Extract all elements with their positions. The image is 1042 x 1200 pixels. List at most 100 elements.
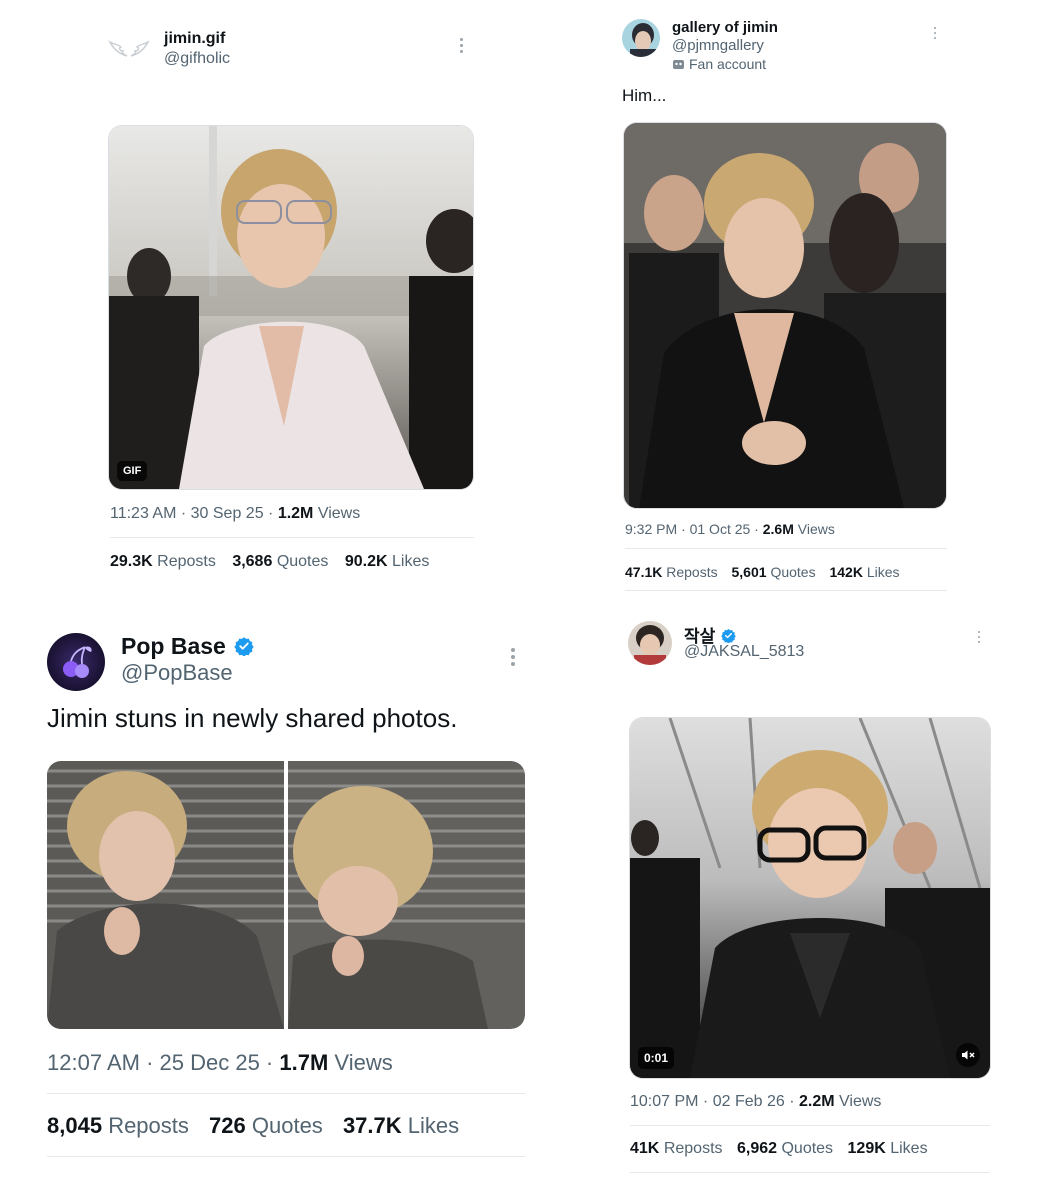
avatar-image: [628, 621, 672, 665]
author-handle[interactable]: @JAKSAL_5813: [684, 643, 804, 661]
photo-left[interactable]: [47, 761, 284, 1029]
tweet-media-photo[interactable]: [623, 122, 947, 509]
verified-badge-icon: [234, 637, 254, 656]
divider: [110, 537, 474, 538]
likes-count: 90.2K: [344, 553, 388, 570]
photo-black-suit: [624, 123, 946, 508]
likes-count: 129K: [847, 1140, 886, 1157]
avatar-image: [622, 19, 660, 57]
tweet-text: Him...: [622, 86, 667, 105]
divider: [630, 1125, 990, 1126]
quotes-count: 726: [209, 1113, 246, 1138]
avatar-pjmngallery[interactable]: [622, 19, 660, 57]
quotes-count: 6,962: [736, 1140, 778, 1157]
tweet-time[interactable]: 10:07 PM: [630, 1093, 698, 1110]
reposts-count: 41K: [630, 1140, 660, 1157]
video-timestamp: 0:01: [638, 1047, 675, 1069]
reposts-label: Reposts: [157, 553, 216, 570]
tweet-meta: 10:07 PM · 02 Feb 26 · 2.2M Views: [630, 1093, 882, 1110]
author-handle[interactable]: @gifholic: [164, 50, 230, 68]
views-label: Views: [797, 521, 835, 537]
reposts-stat[interactable]: 47.1K Reposts: [625, 564, 718, 580]
video-frame-airport: [630, 718, 990, 1078]
fan-account-icon: [673, 60, 684, 69]
likes-stat[interactable]: 129K Likes: [848, 1140, 928, 1157]
views-label: Views: [334, 1050, 393, 1075]
verified-badge-icon: [721, 628, 736, 643]
quotes-label: Quotes: [770, 564, 816, 580]
likes-stat[interactable]: 90.2K Likes: [345, 553, 430, 570]
quotes-stat[interactable]: 6,962 Quotes: [737, 1140, 833, 1157]
likes-label: Likes: [866, 564, 900, 580]
photo-sweater-2: [288, 761, 525, 1029]
reposts-stat[interactable]: 41K Reposts: [630, 1140, 723, 1157]
more-options-icon[interactable]: [460, 38, 463, 56]
angel-wings-icon: [108, 40, 150, 57]
tweet-stats: 29.3K Reposts 3,686 Quotes 90.2K Likes: [110, 553, 429, 571]
tweet-date[interactable]: 01 Oct 25: [690, 521, 751, 537]
more-options-icon[interactable]: [511, 648, 515, 669]
reposts-label: Reposts: [108, 1113, 189, 1138]
author-name[interactable]: jimin.gif: [164, 30, 225, 48]
quotes-label: Quotes: [781, 1140, 834, 1157]
tweet-date[interactable]: 25 Dec 25: [160, 1050, 260, 1075]
mute-icon[interactable]: [956, 1043, 980, 1067]
photo-right[interactable]: [288, 761, 525, 1029]
quotes-label: Quotes: [276, 553, 329, 570]
more-options-icon[interactable]: [934, 27, 936, 42]
divider: [630, 1172, 990, 1173]
author-handle[interactable]: @pjmngallery: [672, 37, 764, 54]
divider: [47, 1156, 525, 1157]
avatar-jaksal[interactable]: [628, 621, 672, 665]
author-handle[interactable]: @PopBase: [121, 660, 233, 686]
avatar-popbase[interactable]: [47, 633, 105, 691]
likes-count: 37.7K: [342, 1113, 402, 1138]
quotes-stat[interactable]: 3,686 Quotes: [232, 553, 328, 570]
fan-account-text: Fan account: [689, 56, 767, 72]
reposts-label: Reposts: [666, 564, 718, 580]
likes-label: Likes: [890, 1140, 928, 1157]
likes-stat[interactable]: 142K Likes: [829, 564, 899, 580]
quotes-count: 3,686: [232, 553, 273, 570]
reposts-stat[interactable]: 29.3K Reposts: [110, 553, 216, 570]
popbase-logo: [47, 633, 105, 691]
photo-sweater-1: [47, 761, 284, 1029]
divider: [47, 1093, 525, 1094]
likes-count: 142K: [829, 564, 863, 580]
tweet-date[interactable]: 30 Sep 25: [191, 505, 264, 522]
quotes-stat[interactable]: 726 Quotes: [209, 1113, 323, 1138]
reposts-count: 8,045: [47, 1113, 103, 1138]
tweet-media-photos: [47, 761, 525, 1029]
tweet-stats: 8,045 Reposts 726 Quotes 37.7K Likes: [47, 1113, 459, 1139]
likes-stat[interactable]: 37.7K Likes: [343, 1113, 459, 1138]
gif-badge: GIF: [117, 461, 148, 481]
quotes-stat[interactable]: 5,601 Quotes: [732, 564, 816, 580]
tweet-time[interactable]: 12:07 AM: [47, 1050, 140, 1075]
speaker-muted-glyph: [962, 1050, 975, 1060]
quotes-count: 5,601: [731, 564, 767, 580]
likes-label: Likes: [407, 1113, 460, 1138]
author-name[interactable]: Pop Base: [121, 633, 254, 660]
views-count: 2.2M: [798, 1093, 835, 1110]
divider: [625, 590, 947, 591]
tweet-media-gif[interactable]: GIF: [108, 125, 474, 490]
tweet-time[interactable]: 11:23 AM: [110, 505, 176, 522]
author-name-text: Pop Base: [121, 633, 226, 659]
tweet-meta: 11:23 AM · 30 Sep 25 · 1.2M Views: [110, 505, 361, 522]
tweet-date[interactable]: 02 Feb 26: [713, 1093, 785, 1110]
avatar-gifholic[interactable]: [106, 30, 152, 76]
reposts-count: 47.1K: [625, 564, 663, 580]
reposts-stat[interactable]: 8,045 Reposts: [47, 1113, 189, 1138]
more-options-icon[interactable]: [978, 631, 980, 646]
quotes-label: Quotes: [251, 1113, 323, 1138]
views-count: 2.6M: [762, 521, 794, 537]
views-count: 1.2M: [277, 505, 314, 522]
views-label: Views: [317, 505, 361, 522]
reposts-label: Reposts: [663, 1140, 723, 1157]
likes-label: Likes: [392, 553, 430, 570]
tweet-time[interactable]: 9:32 PM: [625, 521, 677, 537]
author-name[interactable]: gallery of jimin: [672, 19, 778, 36]
tweet-media-video[interactable]: 0:01: [629, 717, 991, 1079]
views-count: 1.7M: [279, 1050, 329, 1075]
photo-airport: [109, 126, 473, 489]
